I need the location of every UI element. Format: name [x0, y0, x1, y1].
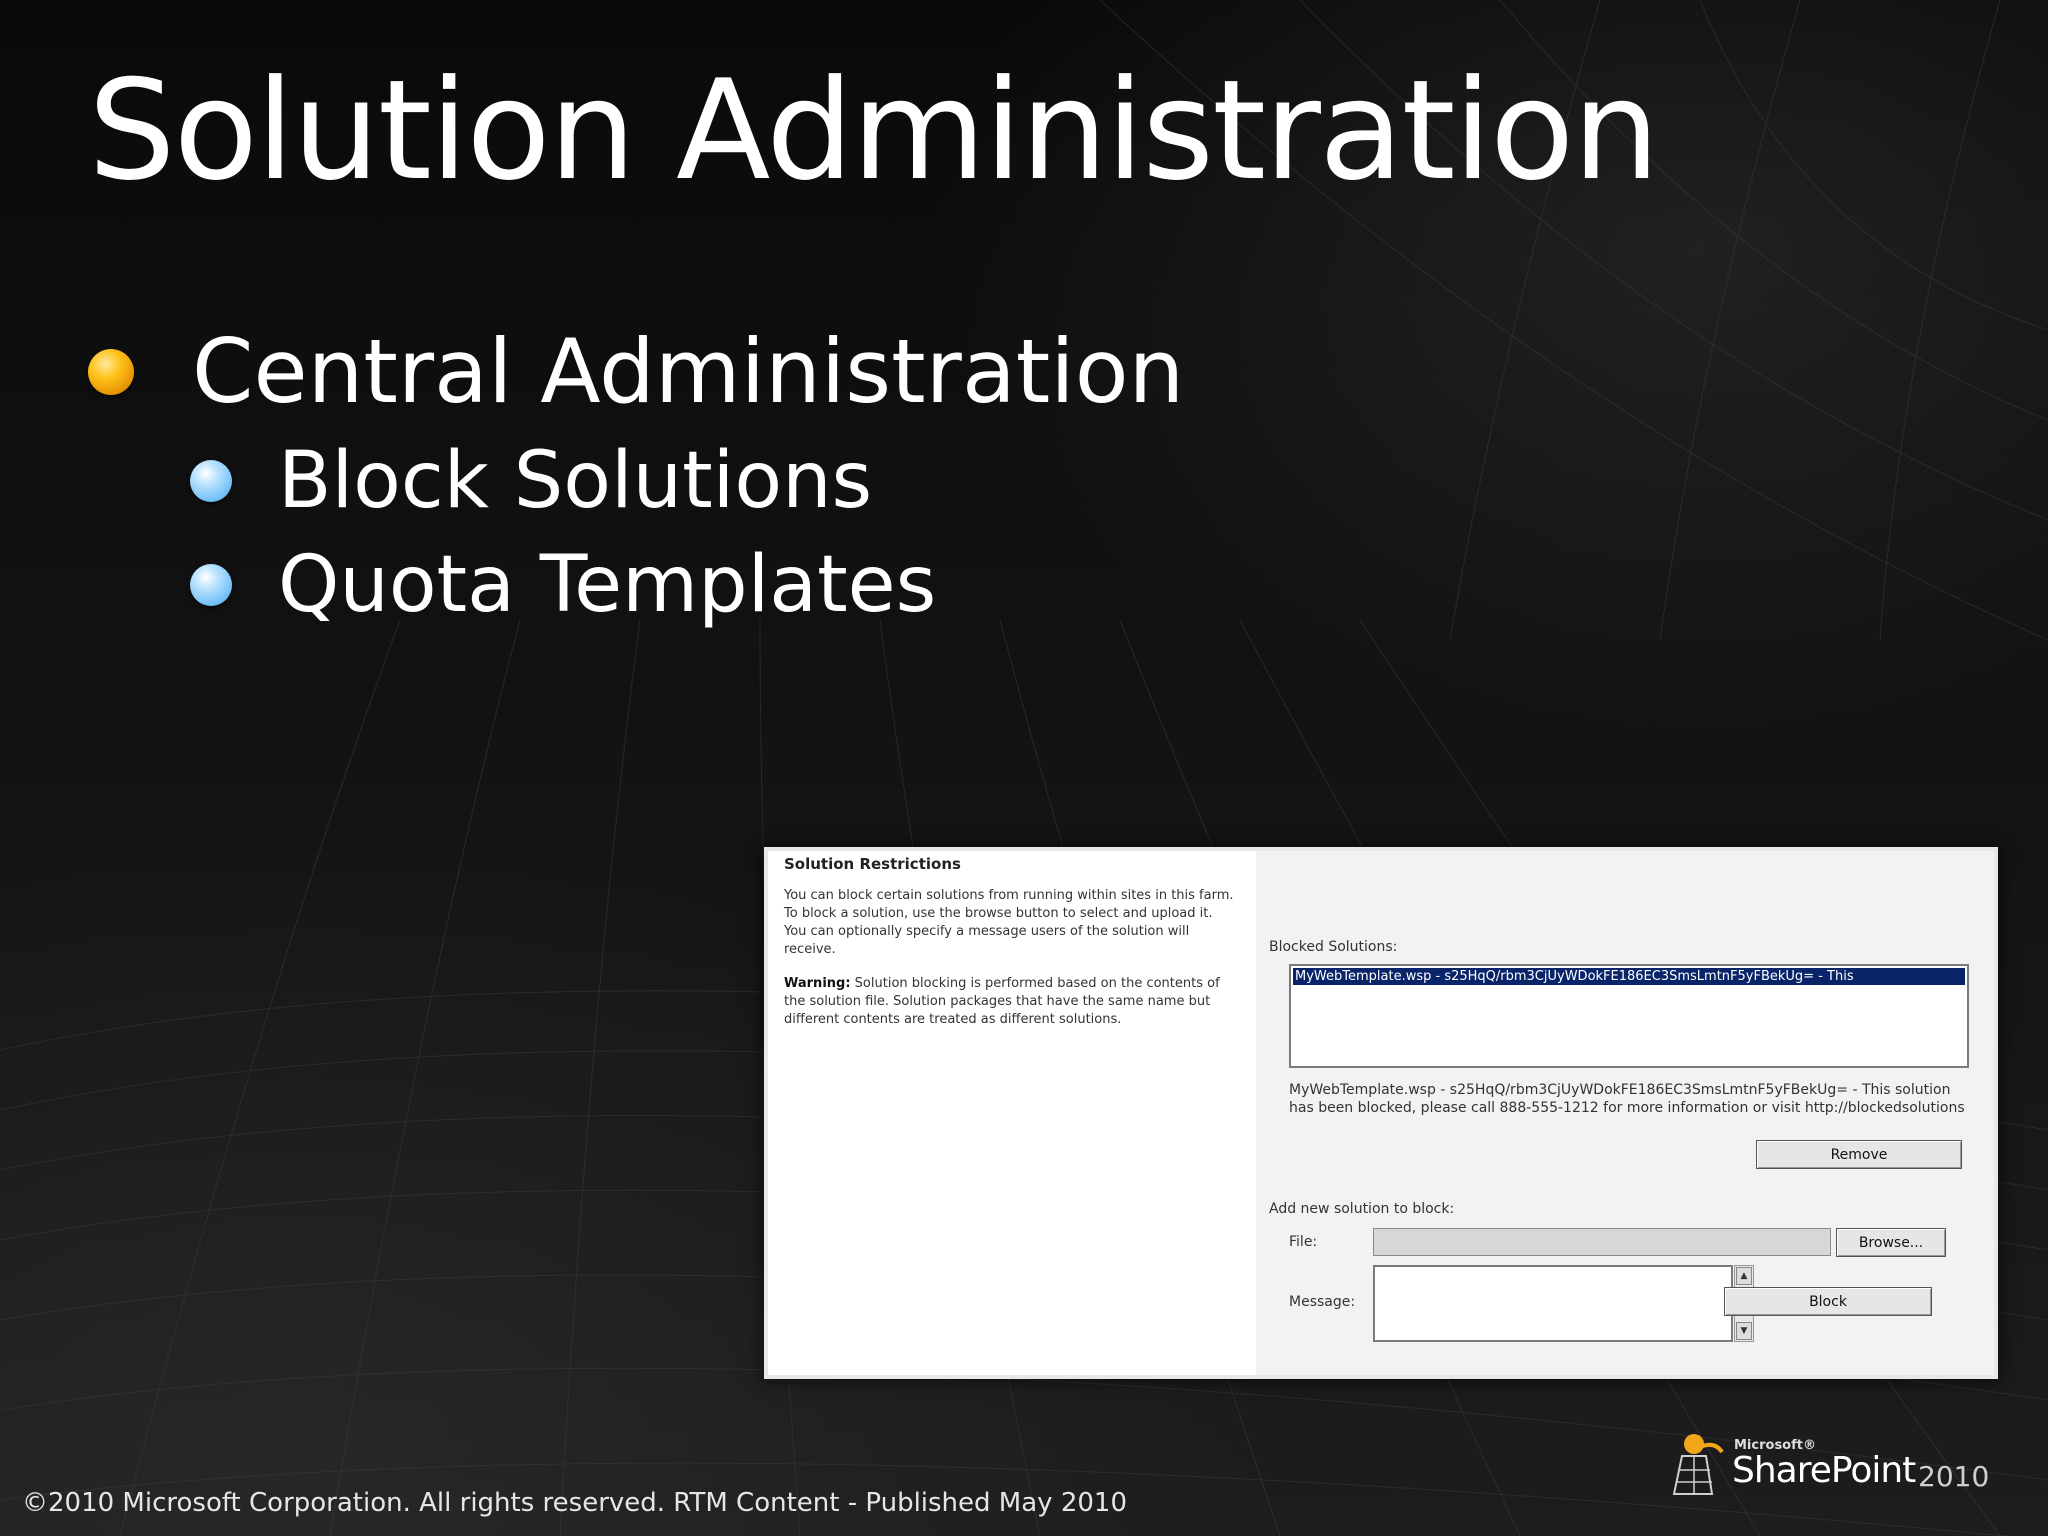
scroll-up-icon[interactable]: ▲ [1736, 1267, 1752, 1285]
message-textarea[interactable] [1373, 1265, 1733, 1342]
description-pane: Solution Restrictions You can block cert… [768, 851, 1256, 1375]
warning-note: Warning: Solution blocking is performed … [784, 975, 1234, 1029]
message-label: Message: [1289, 1294, 1356, 1310]
blocked-solution-message: MyWebTemplate.wsp - s25HqQ/rbm3CjUyWDokF… [1289, 1082, 1965, 1116]
logo-year: 2010 [1918, 1460, 1990, 1493]
section-description: You can block certain solutions from run… [784, 888, 1234, 957]
scroll-down-icon[interactable]: ▼ [1736, 1322, 1752, 1340]
sharepoint-logo: Microsoft® SharePoint 2010 [1668, 1424, 2008, 1500]
section-title: Solution Restrictions [784, 855, 961, 873]
bullet-block-solutions: Block Solutions [190, 436, 872, 526]
block-button[interactable]: Block [1724, 1287, 1932, 1316]
bullet-quota-templates: Quota Templates [190, 540, 936, 630]
solution-restrictions-screenshot: Solution Restrictions You can block cert… [768, 851, 1994, 1375]
add-solution-label: Add new solution to block: [1269, 1201, 1455, 1217]
blocked-solutions-label: Blocked Solutions: [1269, 939, 1398, 955]
copyright-footer: ©2010 Microsoft Corporation. All rights … [22, 1488, 1127, 1518]
file-label: File: [1289, 1234, 1318, 1250]
browse-button[interactable]: Browse... [1836, 1228, 1946, 1257]
controls-pane: Blocked Solutions: MyWebTemplate.wsp - s… [1256, 851, 1994, 1375]
list-item[interactable]: MyWebTemplate.wsp - s25HqQ/rbm3CjUyWDokF… [1293, 968, 1965, 985]
warning-label: Warning: [784, 976, 851, 991]
orange-bullet-icon [88, 348, 134, 395]
blue-bullet-icon [190, 460, 232, 502]
blue-bullet-icon [190, 564, 232, 606]
bullet-text: Central Administration [192, 320, 1185, 423]
remove-button[interactable]: Remove [1756, 1140, 1962, 1169]
blocked-solutions-listbox[interactable]: MyWebTemplate.wsp - s25HqQ/rbm3CjUyWDokF… [1289, 964, 1969, 1068]
slide-title: Solution Administration [88, 50, 1660, 211]
sharepoint-wordmark: SharePoint [1732, 1450, 1916, 1491]
sharepoint-figure-icon [1672, 1434, 1724, 1495]
bullet-text: Quota Templates [278, 540, 937, 630]
file-input[interactable] [1373, 1228, 1831, 1256]
bullet-central-administration: Central Administration [88, 320, 1184, 423]
bullet-text: Block Solutions [278, 436, 873, 526]
